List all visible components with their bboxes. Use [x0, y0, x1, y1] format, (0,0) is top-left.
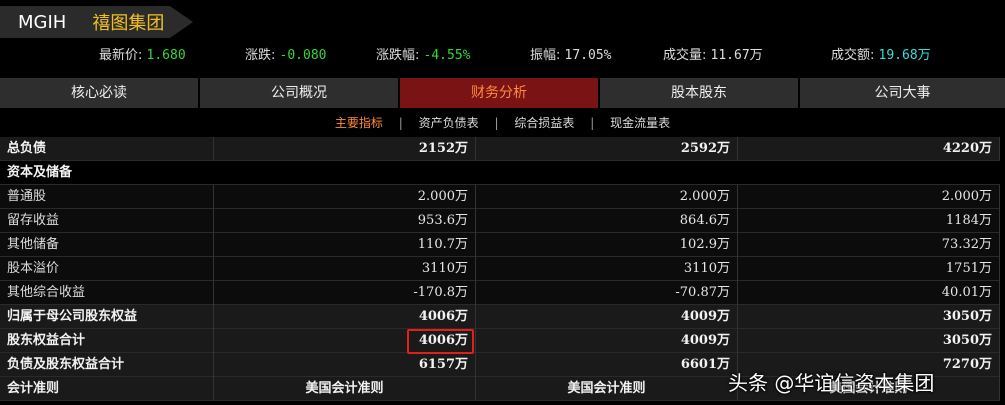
- cell-value: 2592万: [476, 137, 738, 161]
- table-row: 股本溢价 3110万 3110万 1751万: [0, 257, 1000, 281]
- row-label: 归属于母公司股东权益: [0, 305, 214, 329]
- cell-value: 6157万: [214, 353, 476, 377]
- cell-value: -70.87万: [476, 281, 738, 305]
- cell-value: 6601万: [476, 353, 738, 377]
- price-change: 涨跌: -0.080: [245, 44, 327, 63]
- cell-value: 3110万: [476, 257, 738, 281]
- subtab-cash-flow[interactable]: 现金流量表: [610, 116, 670, 130]
- table-row: 股东权益合计 4006万 4009万 3050万: [0, 329, 1000, 353]
- cell-value: 40.01万: [738, 281, 1000, 305]
- subtab-separator: |: [398, 116, 403, 130]
- table-row: 普通股 2.000万 2.000万 2.000万: [0, 185, 1000, 209]
- subtab-separator: |: [590, 116, 595, 130]
- latest-price-value: 1.680: [146, 48, 186, 63]
- table-row: 其他综合收益 -170.8万 -70.87万 40.01万: [0, 281, 1000, 305]
- cell-value: 美国会计准则: [476, 377, 738, 401]
- volume-label: 成交量:: [663, 48, 707, 63]
- stock-code: MGIH: [18, 11, 67, 33]
- turnover: 成交额: 19.68万: [831, 44, 931, 63]
- cell-value: 73.32万: [738, 233, 1000, 257]
- cell-value: 864.6万: [476, 209, 738, 233]
- latest-price-label: 最新价:: [99, 48, 143, 63]
- main-tabs: 核心必读 公司概况 财务分析 股本股东 公司大事: [0, 78, 1005, 108]
- cell-value: 4009万: [476, 329, 738, 353]
- cell-value: 2152万: [214, 137, 476, 161]
- cell-value: 102.9万: [476, 233, 738, 257]
- latest-price: 最新价: 1.680: [99, 44, 186, 63]
- cell-value: 3050万: [738, 305, 1000, 329]
- amplitude-value: 17.05%: [564, 48, 612, 63]
- turnover-label: 成交额:: [831, 48, 875, 63]
- amplitude: 振幅: 17.05%: [530, 44, 612, 63]
- row-label: 股本溢价: [0, 257, 214, 281]
- sub-tabs: 主要指标 | 资产负债表 | 综合损益表 | 现金流量表: [0, 114, 1005, 134]
- price-change-value: -0.080: [279, 48, 327, 63]
- volume-value: 11.67万: [710, 48, 763, 63]
- subtab-key-indicators[interactable]: 主要指标: [335, 116, 383, 130]
- cell-value: 4220万: [738, 137, 1000, 161]
- tab-core[interactable]: 核心必读: [0, 78, 200, 108]
- subtab-income-statement[interactable]: 综合损益表: [514, 116, 574, 130]
- watermark: 头条 @华谊信资本集团: [728, 370, 935, 395]
- tab-company-overview[interactable]: 公司概况: [200, 78, 400, 108]
- cell-value: 1751万: [738, 257, 1000, 281]
- cell-value: 4006万: [214, 305, 476, 329]
- cell-value: 2.000万: [214, 185, 476, 209]
- cell-value: 2.000万: [476, 185, 738, 209]
- company-name: 禧图集团: [92, 13, 165, 34]
- table-row: 归属于母公司股东权益 4006万 4009万 3050万: [0, 305, 1000, 329]
- tab-shareholders[interactable]: 股本股东: [600, 78, 800, 108]
- tab-financial-analysis[interactable]: 财务分析: [400, 78, 600, 108]
- cell-value: 3110万: [214, 257, 476, 281]
- cell-value: 2.000万: [738, 185, 1000, 209]
- table-row: 总负债 2152万 2592万 4220万: [0, 137, 1000, 161]
- cell-value: -170.8万: [214, 281, 476, 305]
- cell-value: 4009万: [476, 305, 738, 329]
- price-change-pct-label: 涨跌幅:: [376, 48, 420, 63]
- row-label: 留存收益: [0, 209, 214, 233]
- table-section-header: 资本及储备: [0, 161, 1000, 185]
- cell-value: 953.6万: [214, 209, 476, 233]
- row-label: 负债及股东权益合计: [0, 353, 214, 377]
- row-label: 其他储备: [0, 233, 214, 257]
- tab-company-events[interactable]: 公司大事: [800, 78, 1005, 108]
- cell-value: 110.7万: [214, 233, 476, 257]
- row-label: 资本及储备: [7, 165, 73, 180]
- cell-value: 1184万: [738, 209, 1000, 233]
- subtab-separator: |: [494, 116, 499, 130]
- row-label: 普通股: [0, 185, 214, 209]
- price-change-label: 涨跌:: [245, 48, 276, 63]
- row-label: 股东权益合计: [0, 329, 214, 353]
- row-label: 其他综合收益: [0, 281, 214, 305]
- table-row: 留存收益 953.6万 864.6万 1184万: [0, 209, 1000, 233]
- quote-header: MGIH 禧图集团 最新价: 1.680 涨跌: -0.080 涨跌幅: -4.…: [0, 0, 1005, 72]
- row-label: 总负债: [0, 137, 214, 161]
- turnover-value: 19.68万: [878, 48, 931, 63]
- row-label: 会计准则: [0, 377, 214, 401]
- price-change-pct-value: -4.55%: [423, 48, 471, 63]
- cell-value: 3050万: [738, 329, 1000, 353]
- table-row: 其他储备 110.7万 102.9万 73.32万: [0, 233, 1000, 257]
- subtab-balance-sheet[interactable]: 资产负债表: [419, 116, 479, 130]
- volume: 成交量: 11.67万: [663, 44, 763, 63]
- price-change-pct: 涨跌幅: -4.55%: [376, 44, 471, 63]
- highlight-box: [407, 329, 474, 354]
- amplitude-label: 振幅:: [530, 48, 561, 63]
- ticker-badge: MGIH 禧图集团: [0, 6, 193, 38]
- cell-value: 美国会计准则: [214, 377, 476, 401]
